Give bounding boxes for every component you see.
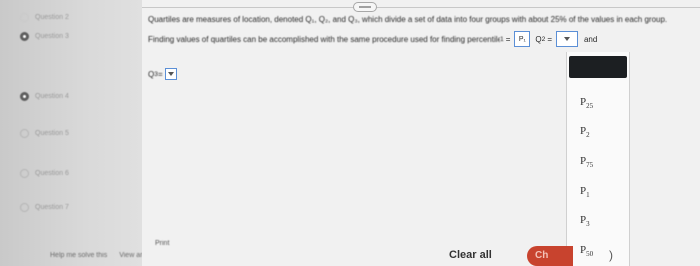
help-me-solve-link[interactable]: Help me solve this <box>50 252 107 259</box>
equals-sign: = <box>157 69 163 79</box>
sidebar-item-label: Question 7 <box>35 203 69 211</box>
and-text: and <box>583 34 598 44</box>
sidebar-item-label: Question 5 <box>35 129 69 137</box>
clear-all-button[interactable]: Clear all <box>449 249 492 261</box>
equals-sign: = <box>505 34 511 44</box>
chevron-down-icon <box>564 37 571 41</box>
next-question-mark: ) <box>609 248 613 262</box>
sidebar-item-question-4[interactable]: Question 4 <box>20 89 69 103</box>
question-sidebar: Question 2 Question 3 Question 4 Questio… <box>0 0 172 266</box>
dropdown-header <box>569 56 627 78</box>
dropdown-option[interactable]: P2 <box>580 125 590 139</box>
q1-subscript: 1 <box>500 35 504 43</box>
sidebar-item-label: Question 4 <box>35 92 69 100</box>
divider <box>142 7 700 8</box>
status-icon <box>20 128 29 138</box>
q3-answer-dropdown[interactable] <box>164 68 177 80</box>
sidebar-item-label: Question 6 <box>35 169 69 177</box>
question-line-1: Quartiles are measures of location, deno… <box>148 15 667 24</box>
check-answer-button[interactable]: Ch <box>527 246 573 266</box>
handle-icon <box>359 6 371 8</box>
equals-sign: = <box>547 34 552 44</box>
q2-subscript: 2 <box>541 35 546 43</box>
collapse-handle[interactable] <box>353 2 377 12</box>
option-sub: 50 <box>586 250 594 259</box>
option-sub: 2 <box>586 131 590 140</box>
chevron-down-icon <box>168 72 175 76</box>
question-line-2: Finding values of quartiles can be accom… <box>148 31 597 47</box>
answer-dropdown-menu <box>566 52 630 266</box>
status-icon <box>20 12 29 22</box>
dropdown-option[interactable]: P25 <box>580 96 593 110</box>
sidebar-item-question-3[interactable]: Question 3 <box>20 29 69 43</box>
dropdown-option[interactable]: P1 <box>580 185 590 199</box>
dropdown-option[interactable]: P50 <box>580 244 593 258</box>
sidebar-item-question-7[interactable]: Question 7 <box>20 200 69 214</box>
q1-answer-value: P₁ <box>518 35 526 43</box>
question-line-3: Q3 = <box>148 68 179 80</box>
sidebar-item-label: Question 3 <box>35 32 69 40</box>
sidebar-item-label: Question 2 <box>35 13 69 21</box>
status-icon <box>20 168 29 178</box>
dropdown-option[interactable]: P75 <box>580 155 593 169</box>
q2-answer-dropdown[interactable] <box>555 31 578 47</box>
status-icon <box>20 202 29 212</box>
sidebar-item-question-5[interactable]: Question 5 <box>20 126 69 140</box>
print-button[interactable]: Print <box>155 240 169 247</box>
dropdown-option[interactable]: P3 <box>580 214 590 228</box>
question-text: Quartiles are measures of location, deno… <box>148 15 668 24</box>
status-icon <box>20 91 29 101</box>
question-text-2: Finding values of quartiles can be accom… <box>148 34 500 44</box>
option-sub: 1 <box>586 191 590 200</box>
sidebar-item-question-6[interactable]: Question 6 <box>20 166 69 180</box>
option-sub: 25 <box>586 102 594 111</box>
option-sub: 3 <box>586 220 590 229</box>
option-sub: 75 <box>586 161 594 170</box>
status-icon <box>20 31 29 41</box>
sidebar-item-question-2[interactable]: Question 2 <box>20 10 69 24</box>
q1-answer-field[interactable]: P₁ <box>514 31 531 47</box>
